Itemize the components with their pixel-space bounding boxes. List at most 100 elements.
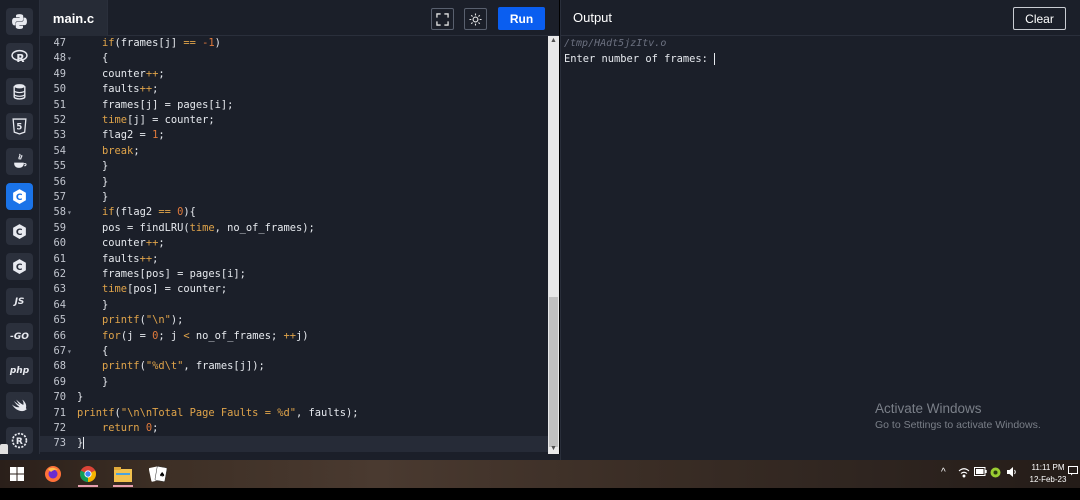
rust-icon: R <box>11 432 28 449</box>
tray-expand-icon[interactable]: ^ <box>941 467 946 478</box>
output-console[interactable]: /tmp/HAdt5jzItv.o Enter number of frames… <box>560 36 1080 460</box>
line-number: 54 <box>53 144 66 157</box>
fold-arrow-icon[interactable]: ▾ <box>67 344 72 359</box>
swift-icon <box>11 397 28 414</box>
code-line[interactable]: 68 printf("%d\t", frames[j]); <box>40 359 549 374</box>
code-text: faults++; <box>77 83 159 96</box>
code-text: { <box>77 52 109 65</box>
cpp-icon: C <box>11 223 28 240</box>
line-number: 64 <box>53 298 66 311</box>
line-number: 58 <box>53 206 66 219</box>
code-line[interactable]: 63 time[pos] = counter; <box>40 282 549 297</box>
volume-icon[interactable] <box>1007 467 1018 480</box>
code-text: break; <box>102 144 140 157</box>
fullscreen-button[interactable] <box>431 8 454 30</box>
code-text: if(flag2 == 0){ <box>102 206 196 219</box>
line-number: 49 <box>53 67 66 80</box>
rust-language-button[interactable]: R <box>6 427 33 454</box>
code-text: { <box>77 345 109 357</box>
code-text: frames[j] = pages[i]; <box>77 98 234 111</box>
code-line[interactable]: 55 } <box>40 159 549 174</box>
code-line[interactable]: 61 faults++; <box>40 252 549 267</box>
code-text: frames[pos] = pages[i]; <box>77 268 246 280</box>
svg-text:♠: ♠ <box>159 471 165 479</box>
chrome-icon[interactable] <box>76 463 100 487</box>
python-icon <box>11 13 28 30</box>
go-language-button[interactable]: -GO <box>6 323 33 350</box>
code-text: printf("%d\t", frames[j]); <box>102 360 265 373</box>
code-line[interactable]: 67 ▾ { <box>40 344 549 359</box>
html5-language-button[interactable]: 5 <box>6 113 33 140</box>
clear-button[interactable]: Clear <box>1013 7 1066 30</box>
wifi-icon[interactable] <box>958 467 970 481</box>
code-line[interactable]: 58 ▾ if(flag2 == 0){ <box>40 205 549 220</box>
line-number: 73 <box>53 437 66 450</box>
code-line[interactable]: 64 } <box>40 298 549 313</box>
output-prompt: Enter number of frames: <box>564 53 716 65</box>
swift-language-button[interactable] <box>6 392 33 419</box>
php-language-button[interactable]: php <box>6 357 33 384</box>
code-line[interactable]: 62 frames[pos] = pages[i]; <box>40 267 549 282</box>
activate-windows-watermark: Activate Windows Go to Settings to activ… <box>875 401 1041 431</box>
code-line[interactable]: 51 frames[j] = pages[i]; <box>40 98 549 113</box>
code-line[interactable]: 71 printf("\n\nTotal Page Faults = %d", f… <box>40 406 549 421</box>
cpp-language-button[interactable]: C <box>6 218 33 245</box>
c-language-button[interactable]: C <box>6 183 33 210</box>
code-text: } <box>77 191 109 203</box>
sql-language-button[interactable] <box>6 78 33 105</box>
code-text: flag2 = 1; <box>77 129 165 142</box>
language-sidebar: R 5 C C C JS -GO php R <box>0 0 40 460</box>
line-number: 55 <box>53 160 66 173</box>
output-title: Output <box>573 10 613 25</box>
code-line[interactable]: 69 } <box>40 375 549 390</box>
code-line[interactable]: 53 flag2 = 1; <box>40 128 549 143</box>
code-line[interactable]: 65 printf("\n"); <box>40 313 549 328</box>
code-line[interactable]: 70} <box>40 390 549 405</box>
fold-arrow-icon[interactable]: ▾ <box>67 51 72 66</box>
code-line[interactable]: 52 time[j] = counter; <box>40 113 549 128</box>
js-language-button[interactable]: JS <box>6 288 33 315</box>
taskbar-clock[interactable]: 11:11 PM 12-Feb-23 <box>1026 462 1070 486</box>
code-text: } <box>77 175 109 188</box>
editor-scrollbar[interactable]: ▲ ▼ <box>548 36 559 454</box>
code-line[interactable]: 72 return 0; <box>40 421 549 436</box>
code-line[interactable]: 56 } <box>40 175 549 190</box>
r-language-button[interactable]: R <box>6 43 33 70</box>
code-line[interactable]: 49 counter++; <box>40 67 549 82</box>
scroll-thumb[interactable] <box>549 297 558 447</box>
notification-icon[interactable] <box>1068 466 1078 479</box>
run-button[interactable]: Run <box>498 7 545 30</box>
app-tray-icon[interactable] <box>990 467 1001 481</box>
output-prompt-text: Enter number of frames: <box>564 53 715 65</box>
firefox-icon[interactable] <box>41 463 65 485</box>
code-line[interactable]: 73} <box>40 436 549 452</box>
code-line[interactable]: 57 } <box>40 190 549 205</box>
java-language-button[interactable] <box>6 148 33 175</box>
sql-icon <box>11 83 28 100</box>
line-number: 61 <box>53 252 66 265</box>
fullscreen-icon <box>436 12 449 26</box>
code-line[interactable]: 48 ▾ { <box>40 51 549 66</box>
solitaire-icon[interactable]: ♠ <box>146 463 170 485</box>
battery-icon[interactable] <box>974 467 987 479</box>
theme-toggle-button[interactable] <box>464 8 487 30</box>
code-line[interactable]: 66 for(j = 0; j < no_of_frames; ++j) <box>40 329 549 344</box>
csharp-language-button[interactable]: C <box>6 253 33 280</box>
line-number: 52 <box>53 114 66 126</box>
code-line[interactable]: 60 counter++; <box>40 236 549 251</box>
code-line[interactable]: 47 if(frames[j] == -1) <box>40 36 549 51</box>
fold-arrow-icon[interactable]: ▾ <box>67 205 72 220</box>
file-tab[interactable]: main.c <box>40 0 108 36</box>
file-explorer-icon[interactable] <box>111 463 135 487</box>
windows-start-icon[interactable] <box>5 463 29 485</box>
code-line[interactable]: 59 pos = findLRU(time, no_of_frames); <box>40 221 549 236</box>
scroll-down-arrow[interactable]: ▼ <box>548 444 559 454</box>
watermark-title: Activate Windows <box>875 401 982 416</box>
line-number: 56 <box>53 175 66 188</box>
code-editor[interactable]: 47 if(frames[j] == -1) 48 ▾ {49 counter++;… <box>40 36 549 454</box>
python-language-button[interactable] <box>6 8 33 35</box>
code-line[interactable]: 54 break; <box>40 144 549 159</box>
scroll-up-arrow[interactable]: ▲ <box>548 36 559 46</box>
java-icon <box>11 153 28 170</box>
code-line[interactable]: 50 faults++; <box>40 82 549 97</box>
